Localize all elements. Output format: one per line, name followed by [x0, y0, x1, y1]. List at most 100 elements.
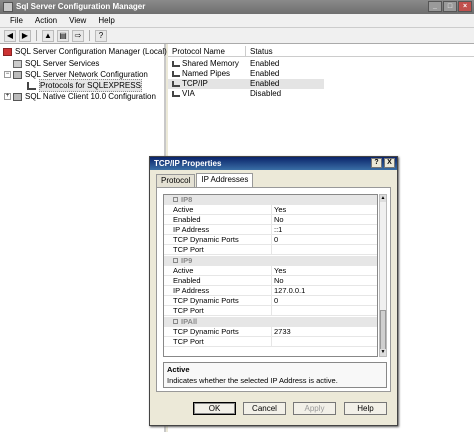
property-row[interactable]: TCP Port — [164, 337, 377, 347]
toolbar-separator — [36, 30, 37, 41]
menu-action[interactable]: Action — [29, 16, 63, 25]
help-button[interactable]: Help — [344, 402, 387, 415]
dialog-title-bar: TCP/IP Properties ? X — [150, 157, 397, 170]
grid-scrollbar[interactable]: ▲ ▼ — [379, 194, 387, 357]
dialog-title: TCP/IP Properties — [154, 159, 222, 168]
protocol-icon — [172, 81, 180, 87]
minimize-button[interactable]: _ — [428, 1, 442, 12]
property-row[interactable]: IP Address 127.0.0.1 — [164, 286, 377, 296]
property-value[interactable]: Yes — [272, 205, 286, 214]
property-value[interactable]: 0 — [272, 235, 278, 244]
protocol-name: Shared Memory — [182, 59, 239, 68]
scroll-thumb[interactable] — [380, 310, 386, 350]
up-folder-icon[interactable]: ▲ — [42, 29, 54, 42]
dialog-close-button[interactable]: X — [384, 158, 395, 168]
property-key: Active — [164, 205, 272, 214]
tree-item-services[interactable]: SQL Server Services — [13, 58, 99, 69]
list-item[interactable]: VIA Disabled — [168, 89, 326, 99]
property-value[interactable]: 127.0.0.1 — [272, 286, 305, 295]
property-row[interactable]: Enabled No — [164, 276, 377, 286]
property-row[interactable]: Enabled No — [164, 215, 377, 225]
property-key: Enabled — [164, 276, 272, 285]
toolbar-separator — [89, 30, 90, 41]
properties-icon[interactable]: ▤ — [57, 29, 69, 42]
forward-arrow-icon[interactable]: ▶ — [19, 29, 31, 42]
group-ip8[interactable]: IP8 — [164, 195, 377, 205]
menu-file[interactable]: File — [4, 16, 29, 25]
property-value[interactable] — [272, 337, 274, 346]
config-manager-icon — [3, 47, 12, 56]
title-bar: Sql Server Configuration Manager _ □ × — [0, 0, 474, 14]
description-text: Indicates whether the selected IP Addres… — [167, 376, 338, 385]
list-item[interactable]: Shared Memory Enabled — [168, 59, 326, 69]
dialog-help-button[interactable]: ? — [371, 158, 382, 168]
tree-item-label: SQL Native Client 10.0 Configuration — [25, 92, 156, 101]
property-value[interactable]: 2733 — [272, 327, 291, 336]
protocol-status: Enabled — [250, 59, 280, 68]
scroll-down-icon[interactable]: ▼ — [380, 349, 386, 356]
protocol-name: TCP/IP — [182, 79, 208, 88]
tcpip-properties-dialog: TCP/IP Properties ? X Protocol IP Addres… — [149, 156, 398, 426]
cancel-button[interactable]: Cancel — [243, 402, 286, 415]
property-grid: IP8 Active Yes Enabled No IP Address::1 TC… — [163, 194, 378, 357]
tree-item-native-client[interactable]: + SQL Native Client 10.0 Configuration — [4, 91, 156, 102]
property-value[interactable] — [272, 245, 274, 254]
collapse-icon[interactable] — [173, 258, 178, 263]
column-header-status[interactable]: Status — [246, 46, 273, 56]
property-value[interactable]: No — [272, 276, 284, 285]
app-icon — [3, 2, 13, 12]
property-key: Active — [164, 266, 272, 275]
apply-button[interactable]: Apply — [293, 402, 336, 415]
property-row[interactable]: TCP Port — [164, 245, 377, 255]
list-item[interactable]: Named Pipes Enabled — [168, 69, 326, 79]
property-row[interactable]: TCP Dynamic Ports 0 — [164, 296, 377, 306]
dialog-button-row: OK Cancel Apply Help — [150, 402, 399, 418]
menu-help[interactable]: Help — [92, 16, 120, 25]
tree-item-protocols-sqlexpress[interactable]: Protocols for SQLEXPRESS — [27, 79, 142, 92]
collapse-icon[interactable] — [173, 197, 178, 202]
tab-protocol[interactable]: Protocol — [156, 174, 196, 187]
protocol-status: Enabled — [250, 69, 280, 78]
property-row[interactable]: Active Yes — [164, 205, 377, 215]
property-key: TCP Port — [164, 245, 272, 254]
services-icon — [13, 59, 22, 68]
protocol-icon — [27, 81, 36, 90]
property-row[interactable]: TCP Dynamic Ports 0 — [164, 235, 377, 245]
group-ip9[interactable]: IP9 — [164, 256, 377, 266]
property-row[interactable]: TCP Port — [164, 306, 377, 316]
dialog-tabs: Protocol IP Addresses — [156, 173, 254, 187]
export-icon[interactable]: ⇨ — [72, 29, 84, 42]
scroll-up-icon[interactable]: ▲ — [380, 195, 386, 202]
tree-item-root[interactable]: SQL Server Configuration Manager (Local) — [3, 46, 167, 57]
back-arrow-icon[interactable]: ◀ — [4, 29, 16, 42]
maximize-button[interactable]: □ — [443, 1, 457, 12]
column-header-name[interactable]: Protocol Name — [168, 46, 246, 56]
close-button[interactable]: × — [458, 1, 472, 12]
group-label: IPAll — [181, 317, 198, 326]
property-row[interactable]: Active Yes — [164, 266, 377, 276]
ok-button[interactable]: OK — [193, 402, 236, 415]
group-label: IP9 — [181, 256, 193, 265]
collapse-icon[interactable] — [173, 319, 178, 324]
list-item-selected[interactable]: TCP/IP Enabled — [168, 79, 324, 89]
property-key: TCP Dynamic Ports — [164, 327, 272, 336]
property-value[interactable]: Yes — [272, 266, 286, 275]
help-icon[interactable]: ? — [95, 29, 107, 42]
property-value[interactable] — [272, 306, 274, 315]
property-value[interactable]: ::1 — [272, 225, 282, 234]
expand-icon[interactable]: + — [4, 93, 11, 100]
property-row[interactable]: TCP Dynamic Ports 2733 — [164, 327, 377, 337]
app-window: Sql Server Configuration Manager _ □ × F… — [0, 0, 474, 432]
property-value[interactable]: No — [272, 215, 284, 224]
protocol-icon — [172, 71, 180, 77]
property-value[interactable]: 0 — [272, 296, 278, 305]
property-row[interactable]: IP Address::1 — [164, 225, 377, 235]
group-ipall[interactable]: IPAll — [164, 317, 377, 327]
description-title: Active — [167, 365, 190, 374]
protocol-name: VIA — [182, 89, 195, 98]
protocol-status: Enabled — [250, 79, 280, 88]
menu-view[interactable]: View — [63, 16, 92, 25]
tab-panel: IP8 Active Yes Enabled No IP Address::1 TC… — [156, 187, 391, 392]
tab-ip-addresses[interactable]: IP Addresses — [196, 173, 254, 187]
collapse-icon[interactable]: − — [4, 71, 11, 78]
